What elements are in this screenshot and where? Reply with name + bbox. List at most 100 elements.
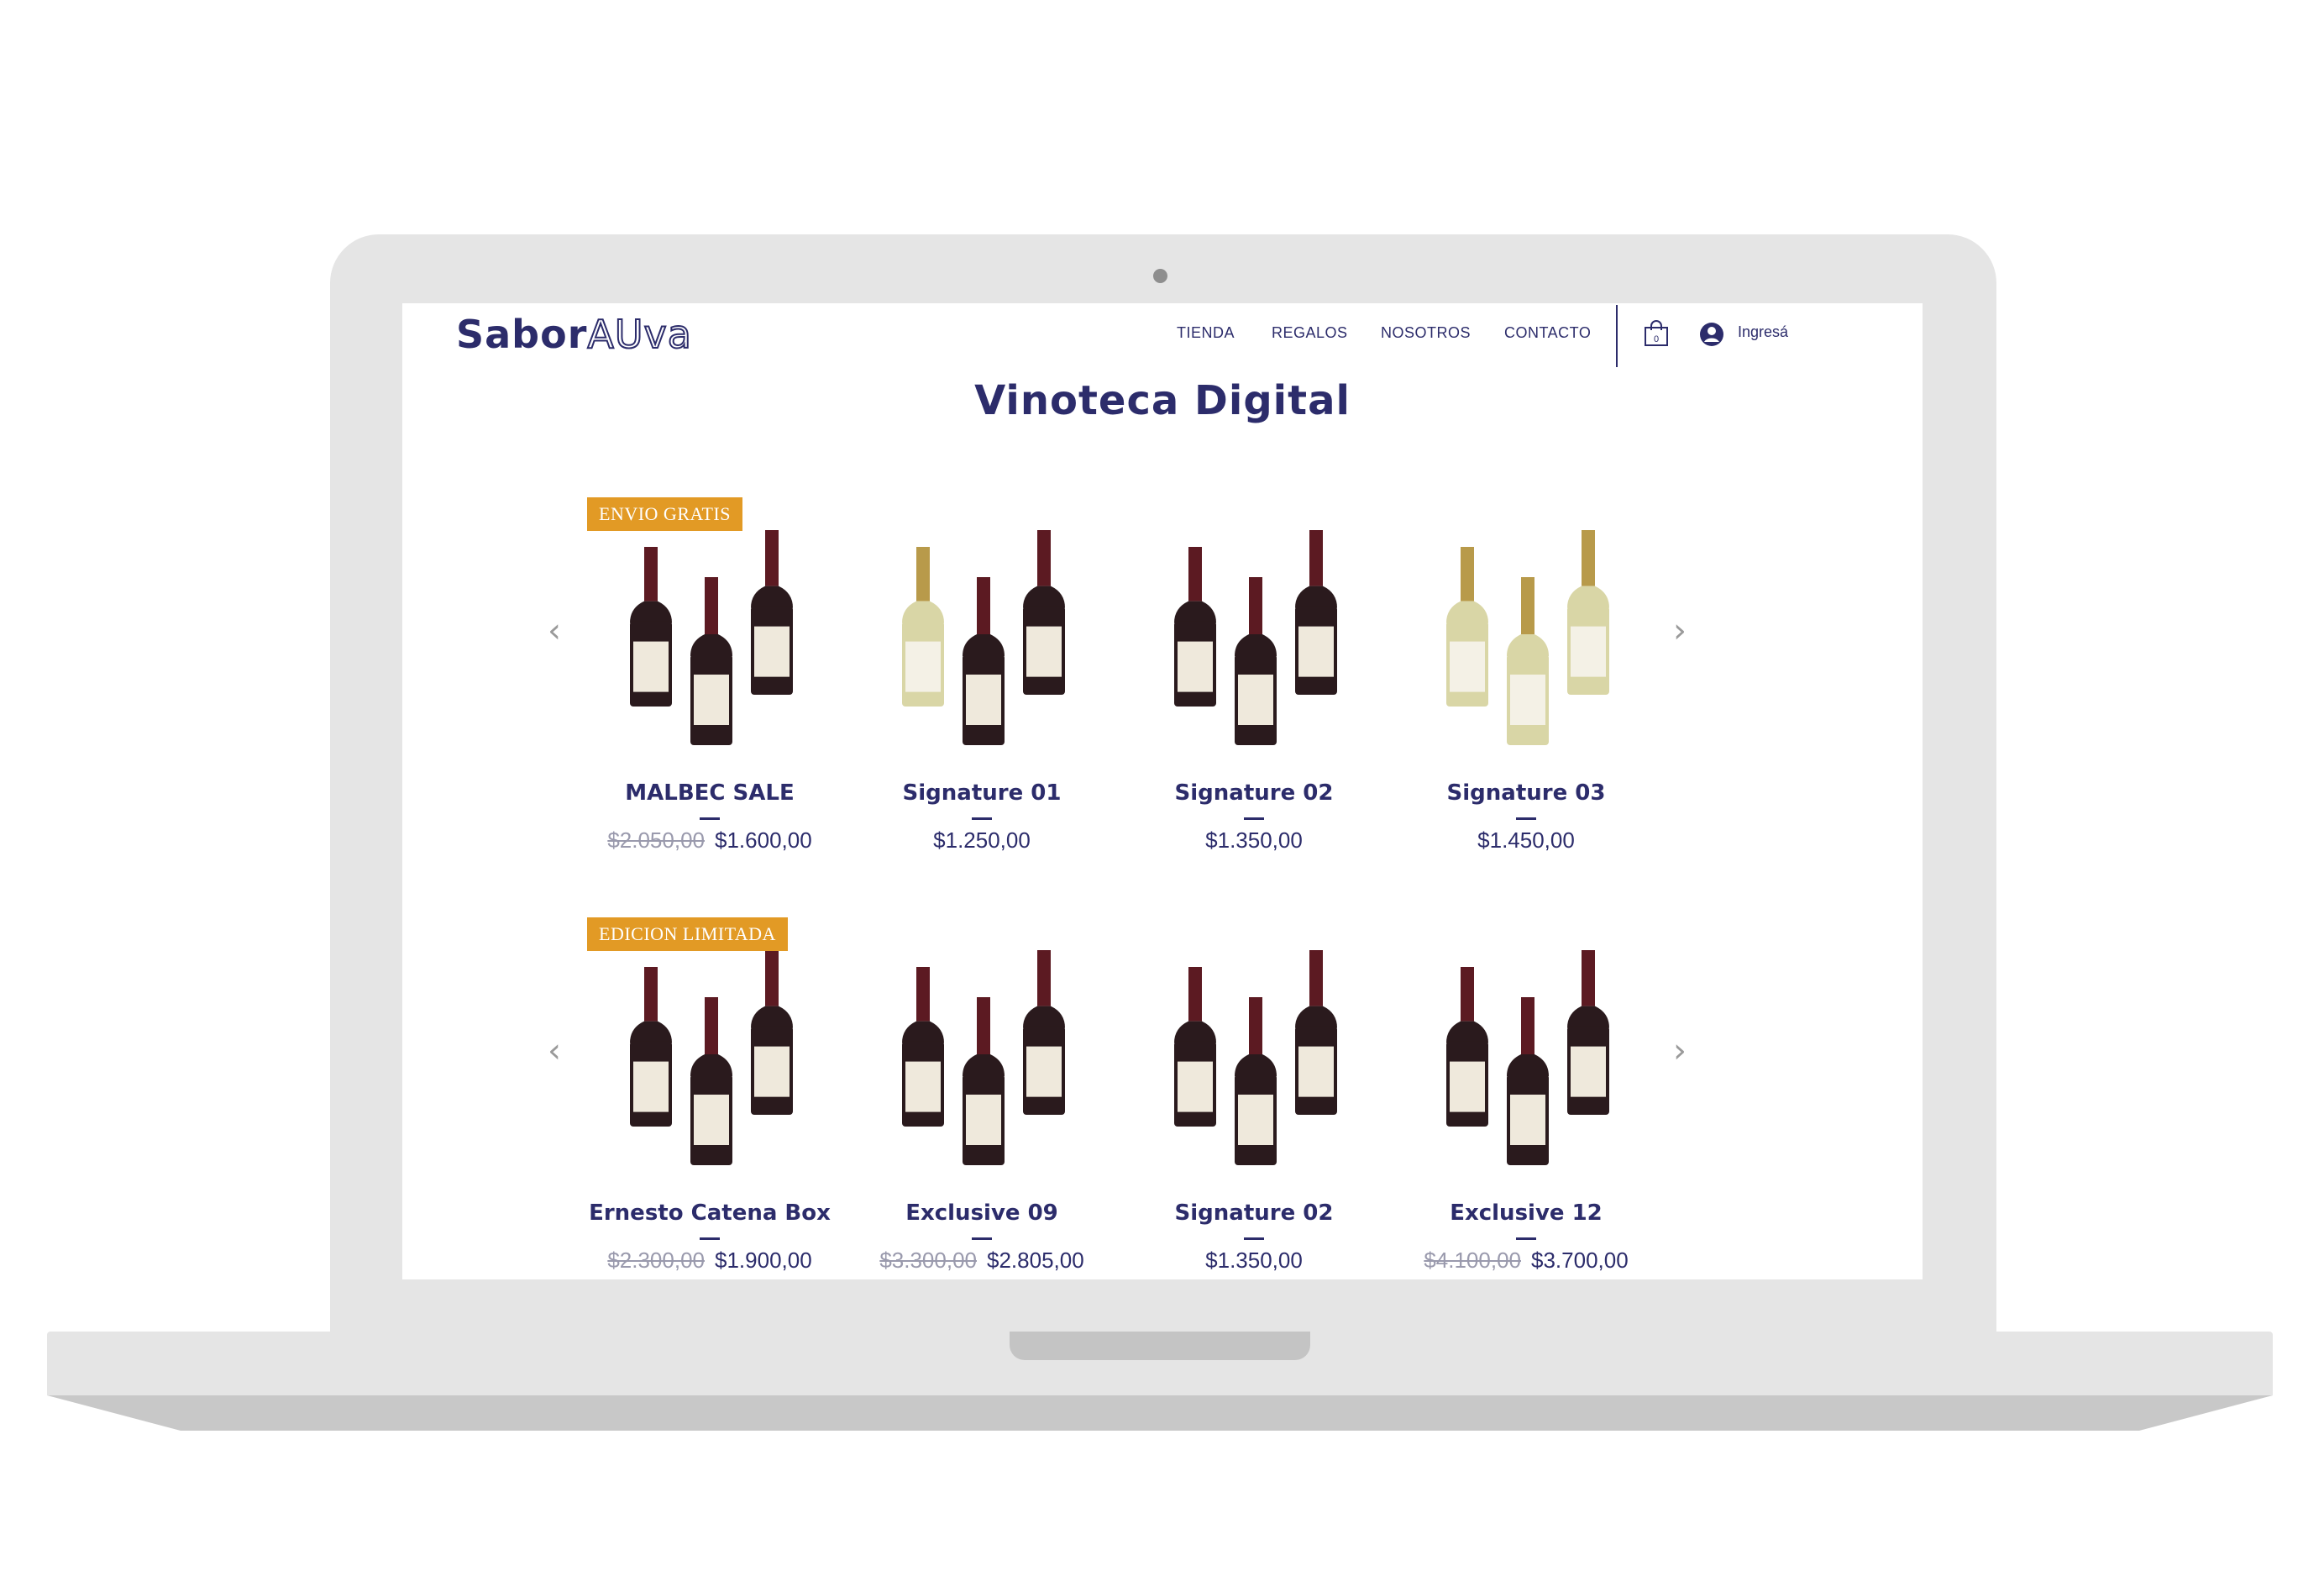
white-wine-bottle bbox=[1567, 530, 1609, 695]
red-wine-bottle bbox=[1567, 950, 1609, 1115]
product-card[interactable]: Exclusive 12 $4.100,00 $3.700,00 bbox=[1400, 915, 1652, 1279]
red-wine-bottle bbox=[630, 967, 672, 1127]
user-circle-icon[interactable] bbox=[1699, 322, 1724, 347]
product-name[interactable]: MALBEC SALE bbox=[584, 780, 836, 806]
product-prices: $1.450,00 bbox=[1400, 827, 1652, 854]
product-image[interactable] bbox=[584, 915, 836, 1184]
page-title: Vinoteca Digital bbox=[974, 377, 1351, 424]
product-image[interactable] bbox=[584, 495, 836, 764]
white-wine-bottle bbox=[902, 547, 944, 707]
wine-bottles-image bbox=[1174, 530, 1337, 745]
red-wine-bottle bbox=[751, 530, 793, 695]
product-old-price: $2.300,00 bbox=[607, 1248, 705, 1273]
product-price: $1.350,00 bbox=[1205, 1248, 1303, 1273]
product-carousel: ‹ › ENVIO GRATIS MALBEC SALE $2.050,00 $1… bbox=[402, 495, 1923, 898]
product-old-price: $3.300,00 bbox=[879, 1248, 977, 1273]
product-name-underline bbox=[1244, 817, 1264, 820]
nav-nosotros[interactable]: NOSOTROS bbox=[1381, 324, 1471, 342]
wine-bottles-image bbox=[1446, 530, 1609, 745]
product-image[interactable] bbox=[1128, 915, 1380, 1184]
red-wine-bottle bbox=[963, 997, 1005, 1165]
product-badge: ENVIO GRATIS bbox=[587, 497, 742, 531]
product-prices: $1.350,00 bbox=[1128, 827, 1380, 854]
product-prices: $1.350,00 bbox=[1128, 1248, 1380, 1274]
red-wine-bottle bbox=[1023, 950, 1065, 1115]
product-price: $1.900,00 bbox=[715, 1248, 812, 1273]
product-name-underline bbox=[1244, 1237, 1264, 1240]
laptop-notch bbox=[1010, 1332, 1310, 1360]
product-name-underline bbox=[1516, 1237, 1536, 1240]
chevron-left-icon[interactable]: ‹ bbox=[542, 612, 567, 650]
nav-tienda[interactable]: TIENDA bbox=[1177, 324, 1235, 342]
red-wine-bottle bbox=[1446, 967, 1488, 1127]
product-name[interactable]: Signature 02 bbox=[1128, 780, 1380, 806]
chevron-left-icon[interactable]: ‹ bbox=[542, 1032, 567, 1070]
product-card[interactable]: EDICION LIMITADA Ernesto Catena Box $2.3… bbox=[584, 915, 836, 1279]
red-wine-bottle bbox=[1235, 997, 1277, 1165]
white-wine-bottle bbox=[1446, 547, 1488, 707]
product-name-underline bbox=[1516, 817, 1536, 820]
product-old-price: $4.100,00 bbox=[1424, 1248, 1521, 1273]
nav-divider bbox=[1616, 305, 1618, 367]
logo-text-outline: AUva bbox=[586, 311, 692, 358]
product-image[interactable] bbox=[1400, 495, 1652, 764]
product-image[interactable] bbox=[856, 495, 1108, 764]
wine-bottles-image bbox=[902, 530, 1065, 745]
product-image[interactable] bbox=[1400, 915, 1652, 1184]
product-card[interactable]: Signature 02 $1.350,00 bbox=[1128, 915, 1380, 1279]
shopping-bag-icon[interactable]: 0 bbox=[1644, 320, 1669, 347]
product-name[interactable]: Exclusive 12 bbox=[1400, 1200, 1652, 1226]
wine-bottles-image bbox=[1446, 950, 1609, 1165]
product-name-underline bbox=[972, 1237, 992, 1240]
product-name[interactable]: Signature 01 bbox=[856, 780, 1108, 806]
product-name-underline bbox=[972, 817, 992, 820]
red-wine-bottle bbox=[690, 997, 732, 1165]
red-wine-bottle bbox=[690, 577, 732, 745]
product-name[interactable]: Signature 03 bbox=[1400, 780, 1652, 806]
webcam-icon bbox=[1153, 269, 1167, 283]
product-card[interactable]: ENVIO GRATIS MALBEC SALE $2.050,00 $1.600… bbox=[584, 495, 836, 890]
cart-count: 0 bbox=[1654, 334, 1659, 344]
product-name-underline bbox=[700, 817, 720, 820]
product-card[interactable]: Signature 01 $1.250,00 bbox=[856, 495, 1108, 890]
product-card[interactable]: Exclusive 09 $3.300,00 $2.805,00 bbox=[856, 915, 1108, 1279]
product-name[interactable]: Signature 02 bbox=[1128, 1200, 1380, 1226]
red-wine-bottle bbox=[963, 577, 1005, 745]
product-image[interactable] bbox=[856, 915, 1108, 1184]
wine-bottles-image bbox=[630, 530, 793, 745]
product-prices: $1.250,00 bbox=[856, 827, 1108, 854]
product-prices: $4.100,00 $3.700,00 bbox=[1400, 1248, 1652, 1274]
product-price: $1.250,00 bbox=[933, 827, 1031, 853]
red-wine-bottle bbox=[751, 950, 793, 1115]
product-image[interactable] bbox=[1128, 495, 1380, 764]
product-prices: $2.300,00 $1.900,00 bbox=[584, 1248, 836, 1274]
red-wine-bottle bbox=[1023, 530, 1065, 695]
nav-contacto[interactable]: CONTACTO bbox=[1504, 324, 1591, 342]
product-name-underline bbox=[700, 1237, 720, 1240]
red-wine-bottle bbox=[1507, 997, 1549, 1165]
laptop-base-edge bbox=[47, 1395, 2273, 1431]
red-wine-bottle bbox=[1235, 577, 1277, 745]
product-price: $3.700,00 bbox=[1531, 1248, 1629, 1273]
logo-text-strong: Sabor bbox=[456, 312, 588, 357]
product-badge: EDICION LIMITADA bbox=[587, 917, 788, 951]
nav-regalos[interactable]: REGALOS bbox=[1272, 324, 1348, 342]
product-card[interactable]: Signature 03 $1.450,00 bbox=[1400, 495, 1652, 890]
red-wine-bottle bbox=[1174, 967, 1216, 1127]
product-name[interactable]: Exclusive 09 bbox=[856, 1200, 1108, 1226]
chevron-right-icon[interactable]: › bbox=[1667, 1032, 1692, 1070]
product-carousel: ‹ › EDICION LIMITADA Ernesto Catena Box … bbox=[402, 915, 1923, 1279]
red-wine-bottle bbox=[1295, 950, 1337, 1115]
product-card[interactable]: Signature 02 $1.350,00 bbox=[1128, 495, 1380, 890]
login-link[interactable]: Ingresá bbox=[1738, 323, 1788, 341]
product-price: $2.805,00 bbox=[987, 1248, 1084, 1273]
site-logo[interactable]: SaborAUva bbox=[456, 311, 692, 358]
wine-bottles-image bbox=[1174, 950, 1337, 1165]
product-price: $1.600,00 bbox=[715, 827, 812, 853]
product-name[interactable]: Ernesto Catena Box bbox=[584, 1200, 836, 1226]
red-wine-bottle bbox=[1295, 530, 1337, 695]
product-price: $1.450,00 bbox=[1477, 827, 1575, 853]
wine-bottles-image bbox=[630, 950, 793, 1165]
wine-bottles-image bbox=[902, 950, 1065, 1165]
chevron-right-icon[interactable]: › bbox=[1667, 612, 1692, 650]
